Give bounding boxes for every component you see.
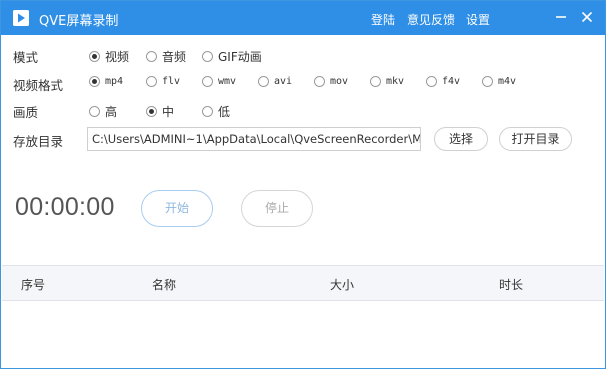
radio-button[interactable] xyxy=(146,106,157,117)
radio-button[interactable] xyxy=(202,76,213,87)
recordings-table-header: 序号 名称 大小 时长 xyxy=(2,265,604,301)
radio-button[interactable] xyxy=(202,106,213,117)
column-header-size[interactable]: 大小 xyxy=(330,276,354,293)
minimize-icon xyxy=(556,16,566,18)
format-radio-f4v[interactable]: f4v xyxy=(426,76,460,87)
mode-radio-video[interactable]: 视频 xyxy=(89,48,129,65)
quality-radio-medium[interactable]: 中 xyxy=(146,103,174,120)
settings-link[interactable]: 设置 xyxy=(466,11,490,28)
record-timer: 00:00:00 xyxy=(15,193,115,221)
radio-button[interactable] xyxy=(202,51,213,62)
radio-button[interactable] xyxy=(482,76,493,87)
minimize-button[interactable] xyxy=(549,5,573,29)
mode-radio-audio[interactable]: 音频 xyxy=(146,48,186,65)
format-radio-flv[interactable]: flv xyxy=(146,76,180,87)
close-button[interactable] xyxy=(575,5,599,29)
mode-radio-gif[interactable]: GIF动画 xyxy=(202,48,262,65)
format-radio-wmv[interactable]: wmv xyxy=(202,76,236,87)
login-link[interactable]: 登陆 xyxy=(371,11,395,28)
mode-label: 模式 xyxy=(13,50,39,65)
radio-button[interactable] xyxy=(426,76,437,87)
radio-label: wmv xyxy=(218,76,237,87)
title-bar: QVE屏幕录制 登陆 意见反馈 设置 xyxy=(1,1,605,35)
storage-label: 存放目录 xyxy=(13,134,64,149)
radio-label: 高 xyxy=(105,105,118,119)
radio-button[interactable] xyxy=(146,76,157,87)
format-radio-m4v[interactable]: m4v xyxy=(482,76,516,87)
format-radio-mp4[interactable]: mp4 xyxy=(89,76,123,87)
start-button[interactable]: 开始 xyxy=(141,190,213,227)
close-icon xyxy=(581,11,593,23)
radio-label: 音频 xyxy=(162,50,187,64)
radio-button[interactable] xyxy=(370,76,381,87)
quality-radio-low[interactable]: 低 xyxy=(202,103,230,120)
feedback-link[interactable]: 意见反馈 xyxy=(407,11,455,28)
save-path-field[interactable]: C:\Users\ADMINI~1\AppData\Local\QveScree… xyxy=(87,127,421,151)
recordings-table-body[interactable] xyxy=(2,301,604,367)
radio-button[interactable] xyxy=(314,76,325,87)
quality-radio-high[interactable]: 高 xyxy=(89,103,117,120)
stop-button[interactable]: 停止 xyxy=(241,190,313,227)
radio-label: mov xyxy=(330,76,349,87)
format-radio-mov[interactable]: mov xyxy=(314,76,348,87)
format-label: 视频格式 xyxy=(13,78,64,93)
format-radio-mkv[interactable]: mkv xyxy=(370,76,404,87)
radio-label: avi xyxy=(274,76,293,87)
play-icon xyxy=(13,10,29,26)
radio-label: mkv xyxy=(386,76,405,87)
app-window: QVE屏幕录制 登陆 意见反馈 设置 模式 视频 音频 GIF动画 视频格式 m… xyxy=(0,0,606,369)
radio-label: 中 xyxy=(162,105,175,119)
column-header-duration[interactable]: 时长 xyxy=(499,276,523,293)
open-folder-button[interactable]: 打开目录 xyxy=(499,127,572,151)
window-title: QVE屏幕录制 xyxy=(39,14,119,29)
quality-label: 画质 xyxy=(13,105,39,120)
radio-button[interactable] xyxy=(89,76,100,87)
radio-button[interactable] xyxy=(258,76,269,87)
format-radio-avi[interactable]: avi xyxy=(258,76,292,87)
radio-label: m4v xyxy=(498,76,517,87)
choose-folder-button[interactable]: 选择 xyxy=(434,127,488,151)
radio-button[interactable] xyxy=(89,106,100,117)
radio-label: GIF动画 xyxy=(218,50,262,64)
radio-label: 视频 xyxy=(105,50,130,64)
column-header-name[interactable]: 名称 xyxy=(152,276,176,293)
radio-label: flv xyxy=(162,76,181,87)
radio-label: f4v xyxy=(442,76,461,87)
radio-label: 低 xyxy=(218,105,231,119)
radio-label: mp4 xyxy=(105,76,124,87)
column-header-index[interactable]: 序号 xyxy=(21,276,45,293)
radio-button[interactable] xyxy=(146,51,157,62)
radio-button[interactable] xyxy=(89,51,100,62)
